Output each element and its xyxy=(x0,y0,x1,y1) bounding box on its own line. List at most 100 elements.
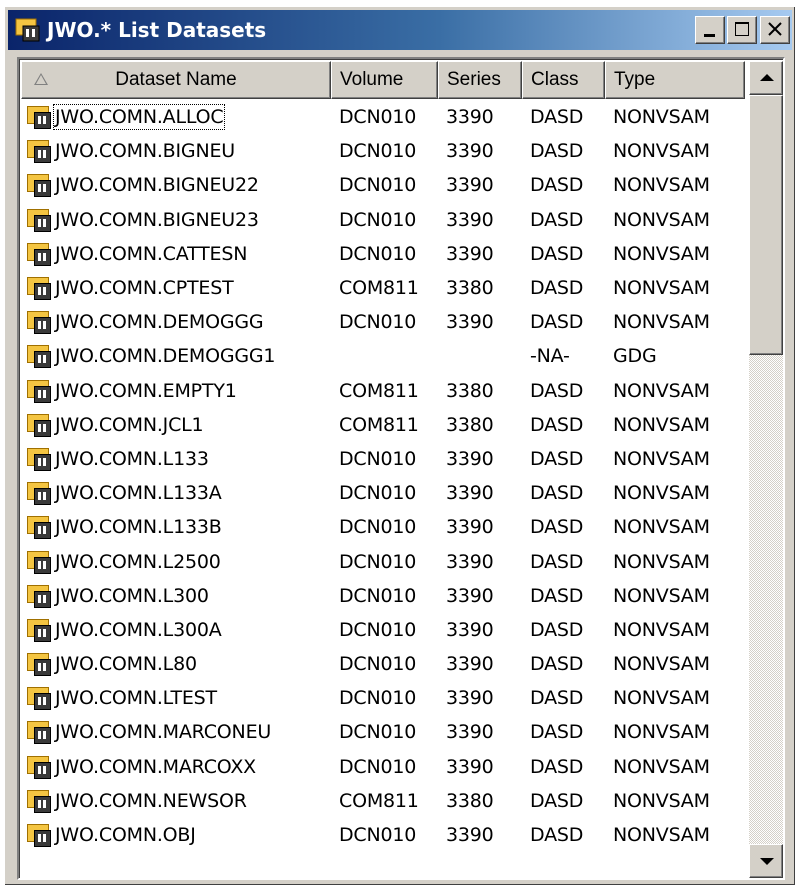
cell-dataset-name[interactable]: JWO.COMN.JCL1 xyxy=(21,412,331,438)
cell-volume: DCN010 xyxy=(339,824,417,847)
table-row[interactable]: JWO.COMN.JCL1 COM811 3380 DASD NONVSAM xyxy=(21,408,745,442)
cell-type: NONVSAM xyxy=(613,687,710,710)
column-header-class[interactable]: Class xyxy=(522,61,605,99)
table-row[interactable]: JWO.COMN.BIGNEU22 DCN010 3390 DASD NONVSAM xyxy=(21,168,745,202)
dataset-icon xyxy=(14,17,42,43)
table-row[interactable]: JWO.COMN.CPTEST COM811 3380 DASD NONVSAM xyxy=(21,271,745,305)
cell-series: 3390 xyxy=(446,174,494,197)
arrow-down-icon xyxy=(760,858,774,865)
dataset-list[interactable]: Dataset Name Volume Series Class Type JW… xyxy=(17,57,785,880)
cell-class: DASD xyxy=(530,208,584,231)
vertical-scrollbar[interactable] xyxy=(749,61,783,878)
cell-type: NONVSAM xyxy=(613,824,710,847)
table-row[interactable]: JWO.COMN.DEMOGGG1 -NA- GDG xyxy=(21,339,745,373)
cell-type: NONVSAM xyxy=(613,174,710,197)
cell-dataset-name[interactable]: JWO.COMN.CPTEST xyxy=(21,275,331,301)
cell-dataset-name[interactable]: JWO.COMN.LTEST xyxy=(21,685,331,711)
cell-series: 3390 xyxy=(446,208,494,231)
cell-volume: COM811 xyxy=(339,277,419,300)
cell-dataset-name[interactable]: JWO.COMN.DEMOGGG xyxy=(21,309,331,335)
table-row[interactable]: JWO.COMN.CATTESN DCN010 3390 DASD NONVSAM xyxy=(21,237,745,271)
cell-dataset-name[interactable]: JWO.COMN.DEMOGGG1 xyxy=(21,343,331,369)
dataset-name-label: JWO.COMN.MARCOXX xyxy=(55,755,256,778)
dataset-name-label: JWO.COMN.BIGNEU xyxy=(55,140,235,163)
cell-dataset-name[interactable]: JWO.COMN.MARCONEU xyxy=(21,719,331,745)
title-bar[interactable]: JWO.* List Datasets xyxy=(8,10,792,50)
cell-series: 3390 xyxy=(446,824,494,847)
minimize-button[interactable] xyxy=(695,16,725,44)
cell-volume: DCN010 xyxy=(339,106,417,129)
cell-dataset-name[interactable]: JWO.COMN.L133B xyxy=(21,514,331,540)
table-row[interactable]: JWO.COMN.ALLOC DCN010 3390 DASD NONVSAM xyxy=(21,100,745,134)
table-row[interactable]: JWO.COMN.NEWSOR COM811 3380 DASD NONVSAM xyxy=(21,784,745,818)
cell-class: DASD xyxy=(530,447,584,470)
cell-dataset-name[interactable]: JWO.COMN.L133 xyxy=(21,446,331,472)
table-row[interactable]: JWO.COMN.DEMOGGG DCN010 3390 DASD NONVSAM xyxy=(21,305,745,339)
cell-series: 3380 xyxy=(446,277,494,300)
cell-dataset-name[interactable]: JWO.COMN.L2500 xyxy=(21,549,331,575)
cell-dataset-name[interactable]: JWO.COMN.CATTESN xyxy=(21,241,331,267)
cell-dataset-name[interactable]: JWO.COMN.NEWSOR xyxy=(21,788,331,814)
table-row[interactable]: JWO.COMN.LTEST DCN010 3390 DASD NONVSAM xyxy=(21,681,745,715)
dataset-icon xyxy=(25,104,53,130)
cell-class: DASD xyxy=(530,277,584,300)
table-row[interactable]: JWO.COMN.L80 DCN010 3390 DASD NONVSAM xyxy=(21,647,745,681)
cell-dataset-name[interactable]: JWO.COMN.L80 xyxy=(21,651,331,677)
cell-series: 3390 xyxy=(446,516,494,539)
table-row[interactable]: JWO.COMN.L133 DCN010 3390 DASD NONVSAM xyxy=(21,442,745,476)
cell-type: NONVSAM xyxy=(613,311,710,334)
cell-type: NONVSAM xyxy=(613,208,710,231)
dataset-icon xyxy=(25,788,53,814)
table-row[interactable]: JWO.COMN.L300 DCN010 3390 DASD NONVSAM xyxy=(21,579,745,613)
cell-dataset-name[interactable]: JWO.COMN.BIGNEU23 xyxy=(21,207,331,233)
table-row[interactable]: JWO.COMN.BIGNEU DCN010 3390 DASD NONVSAM xyxy=(21,134,745,168)
dataset-icon xyxy=(25,275,53,301)
column-header-volume[interactable]: Volume xyxy=(331,61,438,99)
cell-series: 3390 xyxy=(446,755,494,778)
table-row[interactable]: JWO.COMN.L2500 DCN010 3390 DASD NONVSAM xyxy=(21,544,745,578)
column-header-dataset-name[interactable]: Dataset Name xyxy=(21,61,331,99)
dataset-name-label: JWO.COMN.L300 xyxy=(55,584,209,607)
cell-volume: DCN010 xyxy=(339,755,417,778)
close-button[interactable] xyxy=(760,16,790,44)
cell-volume: DCN010 xyxy=(339,584,417,607)
cell-dataset-name[interactable]: JWO.COMN.MARCOXX xyxy=(21,754,331,780)
cell-dataset-name[interactable]: JWO.COMN.L300 xyxy=(21,583,331,609)
cell-volume: DCN010 xyxy=(339,653,417,676)
maximize-button[interactable] xyxy=(727,16,757,44)
cell-dataset-name[interactable]: JWO.COMN.L300A xyxy=(21,617,331,643)
table-row[interactable]: JWO.COMN.OBJ DCN010 3390 DASD NONVSAM xyxy=(21,818,745,852)
table-row[interactable]: JWO.COMN.L300A DCN010 3390 DASD NONVSAM xyxy=(21,613,745,647)
scroll-down-button[interactable] xyxy=(749,844,783,878)
cell-class: DASD xyxy=(530,584,584,607)
cell-dataset-name[interactable]: JWO.COMN.EMPTY1 xyxy=(21,378,331,404)
cell-series: 3390 xyxy=(446,550,494,573)
cell-class: DASD xyxy=(530,379,584,402)
cell-dataset-name[interactable]: JWO.COMN.BIGNEU xyxy=(21,138,331,164)
dataset-name-label: JWO.COMN.CATTESN xyxy=(55,242,248,265)
dataset-name-label: JWO.COMN.NEWSOR xyxy=(55,789,247,812)
dataset-name-label: JWO.COMN.OBJ xyxy=(55,824,196,847)
scroll-up-button[interactable] xyxy=(749,61,783,95)
dataset-name-label: JWO.COMN.CPTEST xyxy=(55,277,234,300)
cell-type: NONVSAM xyxy=(613,379,710,402)
dataset-name-label: JWO.COMN.L133B xyxy=(55,516,222,539)
column-header-series[interactable]: Series xyxy=(438,61,522,99)
table-row[interactable]: JWO.COMN.BIGNEU23 DCN010 3390 DASD NONVSAM xyxy=(21,203,745,237)
cell-dataset-name[interactable]: JWO.COMN.L133A xyxy=(21,480,331,506)
cell-dataset-name[interactable]: JWO.COMN.ALLOC xyxy=(21,104,331,131)
table-row[interactable]: JWO.COMN.L133A DCN010 3390 DASD NONVSAM xyxy=(21,476,745,510)
dataset-icon xyxy=(25,514,53,540)
dataset-name-label: JWO.COMN.LTEST xyxy=(55,687,217,710)
cell-dataset-name[interactable]: JWO.COMN.BIGNEU22 xyxy=(21,172,331,198)
table-row[interactable]: JWO.COMN.MARCONEU DCN010 3390 DASD NONVSAM xyxy=(21,715,745,749)
table-row[interactable]: JWO.COMN.MARCOXX DCN010 3390 DASD NONVSAM xyxy=(21,750,745,784)
dataset-rows: JWO.COMN.ALLOC DCN010 3390 DASD NONVSAM JWO.C… xyxy=(21,100,745,852)
cell-dataset-name[interactable]: JWO.COMN.OBJ xyxy=(21,822,331,848)
scrollbar-thumb[interactable] xyxy=(749,95,783,355)
table-row[interactable]: JWO.COMN.L133B DCN010 3390 DASD NONVSAM xyxy=(21,510,745,544)
column-header-type[interactable]: Type xyxy=(605,61,745,99)
table-row[interactable]: JWO.COMN.EMPTY1 COM811 3380 DASD NONVSAM xyxy=(21,374,745,408)
cell-class: DASD xyxy=(530,413,584,436)
cell-type: NONVSAM xyxy=(613,584,710,607)
